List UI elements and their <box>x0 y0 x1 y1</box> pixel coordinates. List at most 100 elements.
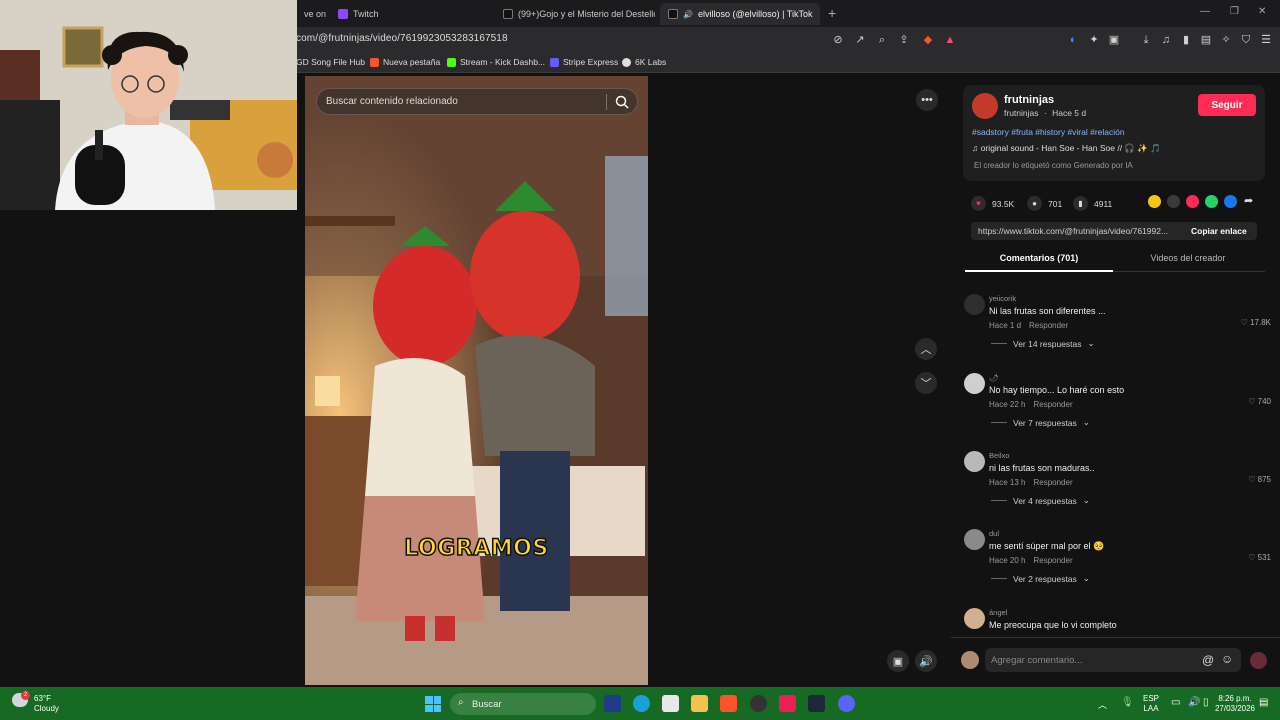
send-comment-button[interactable] <box>1250 652 1267 669</box>
clock[interactable]: 8:26 p.m. 27/03/2026 <box>1212 694 1258 714</box>
emoji-icon[interactable]: ☺ <box>1221 652 1233 666</box>
tab-comments[interactable]: Comentarios (701) <box>965 253 1113 263</box>
previous-video-button[interactable]: ︿ <box>915 338 937 360</box>
embed-icon[interactable] <box>1167 195 1180 208</box>
comment-user[interactable]: dul <box>989 529 999 538</box>
video-player[interactable] <box>305 76 648 685</box>
save-stat[interactable]: ▮ 4911 <box>1073 196 1112 211</box>
app-icon[interactable] <box>604 695 621 712</box>
vpn-icon[interactable]: ⛉ <box>1240 34 1252 46</box>
menu-icon[interactable]: ☰ <box>1260 34 1272 46</box>
zoom-icon[interactable]: ⌕ <box>876 34 888 46</box>
microphone-icon[interactable]: 🎙 <box>1121 697 1134 708</box>
new-tab-button[interactable]: + <box>828 5 836 21</box>
bookmark-nueva-pestana[interactable]: Nueva pestaña <box>370 57 440 67</box>
share-arrow-icon[interactable]: ➦ <box>1244 194 1253 207</box>
discord-icon[interactable] <box>838 695 855 712</box>
comment-like[interactable]: ♡ 875 <box>1248 475 1271 484</box>
sidebar-icon[interactable]: ▮ <box>1180 34 1192 46</box>
sound-link[interactable]: ♫ original sound - Han Soe - Han Soe // … <box>972 143 1161 154</box>
steam-icon[interactable] <box>808 695 825 712</box>
facebook-icon[interactable] <box>1224 195 1237 208</box>
volume-tray-icon[interactable]: 🔊 <box>1188 697 1200 708</box>
downloads-icon[interactable]: ⤓ <box>1140 34 1152 46</box>
view-replies[interactable]: Ver 7 respuestas ⌄ <box>991 417 1090 428</box>
picture-in-picture-icon[interactable]: ▣ <box>887 650 909 672</box>
windows-start-icon[interactable] <box>425 696 441 712</box>
tab-gojo[interactable]: (99+)Gojo y el Misterio del Destello <box>495 3 655 25</box>
minimize-icon[interactable]: — <box>1200 6 1210 17</box>
like-stat[interactable]: ♥ 93.5K <box>971 196 1014 211</box>
volume-icon[interactable]: 🔊 <box>915 650 937 672</box>
obs-icon[interactable] <box>750 695 767 712</box>
tab-twitch[interactable]: Twitch <box>330 3 490 25</box>
tray-overflow-icon[interactable]: ︿ <box>1098 698 1107 711</box>
share-icon[interactable]: ⇪ <box>898 34 910 46</box>
view-replies[interactable]: Ver 14 respuestas ⌄ <box>991 338 1095 349</box>
comment-user[interactable]: yeiicorik <box>989 294 1016 303</box>
reply-button[interactable]: Responder <box>1033 478 1072 487</box>
related-search-input[interactable]: Buscar contenido relacionado <box>316 88 638 115</box>
reply-button[interactable]: Responder <box>1033 556 1072 565</box>
extension-icon[interactable]: ▣ <box>1108 34 1120 46</box>
leo-ai-icon[interactable]: ✧ <box>1220 34 1232 46</box>
view-replies[interactable]: Ver 2 respuestas ⌄ <box>991 573 1090 584</box>
weather-widget[interactable]: 63°F Cloudy <box>34 694 59 714</box>
media-icon[interactable]: ♫ <box>1160 34 1172 46</box>
more-options-icon[interactable]: ••• <box>916 89 938 111</box>
brave-shield-icon[interactable]: ◆ <box>922 34 934 46</box>
language-indicator[interactable]: ESP LAA <box>1143 694 1159 714</box>
next-video-button[interactable]: ﹀ <box>915 372 937 394</box>
reply-button[interactable]: Responder <box>1029 321 1068 330</box>
extensions-icon[interactable]: ✦ <box>1088 34 1100 46</box>
tiktok-live-icon[interactable] <box>779 695 796 712</box>
comment-avatar[interactable] <box>964 608 985 629</box>
tab-partial[interactable]: ve on <box>296 3 326 25</box>
bookmark-6k-labs[interactable]: 6K Labs <box>622 57 666 67</box>
comment-like[interactable]: ♡ 17.8K <box>1241 318 1271 327</box>
comment-user[interactable]: Beilxo <box>989 451 1009 460</box>
comment-like[interactable]: ♡ 740 <box>1248 397 1271 406</box>
coin-icon[interactable] <box>1148 195 1161 208</box>
comment-user[interactable]: ángel <box>989 608 1007 617</box>
bookmark-gd-song[interactable]: GD Song File Hub <box>296 57 365 67</box>
mention-icon[interactable]: @ <box>1202 653 1214 667</box>
creator-name[interactable]: frutninjas <box>1004 94 1054 106</box>
comment-avatar[interactable] <box>964 451 985 472</box>
follow-button[interactable]: Seguir <box>1198 94 1256 116</box>
bookmark-kick[interactable]: Stream - Kick Dashb... <box>447 57 545 67</box>
comment-user[interactable]: 🌶 <box>989 373 999 382</box>
taskbar-search[interactable]: ⌕ Buscar <box>450 693 596 715</box>
search-icon[interactable] <box>615 95 629 109</box>
wallet-icon[interactable]: ▤ <box>1200 34 1212 46</box>
tab-creator-videos[interactable]: Videos del creador <box>1113 253 1263 263</box>
brave-rewards-icon[interactable]: ▲ <box>944 34 956 46</box>
url-field[interactable]: com/@frutninjas/video/761992305328316751… <box>296 33 508 44</box>
hashtags[interactable]: #sadstory #fruta #history #viral #relaci… <box>972 127 1125 137</box>
no-tracking-icon[interactable]: ⊘ <box>832 34 844 46</box>
file-explorer-icon[interactable] <box>691 695 708 712</box>
whatsapp-icon[interactable] <box>1205 195 1218 208</box>
reply-button[interactable]: Responder <box>1033 400 1072 409</box>
battery-icon[interactable]: ▯ <box>1203 697 1209 708</box>
view-replies[interactable]: Ver 4 respuestas ⌄ <box>991 495 1090 506</box>
send-icon[interactable] <box>1186 195 1199 208</box>
maximize-icon[interactable]: ❐ <box>1230 6 1239 17</box>
comment-avatar[interactable] <box>964 529 985 550</box>
creator-avatar[interactable] <box>972 93 998 119</box>
comment-stat[interactable]: ● 701 <box>1027 196 1062 211</box>
notification-icon[interactable]: ▤ <box>1259 697 1268 708</box>
tab-tiktok-active[interactable]: 🔊 elvilloso (@elvilloso) | TikTok ✕ <box>660 3 820 25</box>
comment-avatar[interactable] <box>964 294 985 315</box>
bookmark-stripe[interactable]: Stripe Express <box>550 57 618 67</box>
comment-like[interactable]: ♡ 531 <box>1248 553 1271 562</box>
brave-icon[interactable] <box>720 695 737 712</box>
comment-avatar[interactable] <box>964 373 985 394</box>
network-icon[interactable]: ▭ <box>1171 697 1180 708</box>
store-icon[interactable] <box>662 695 679 712</box>
copy-link-button[interactable]: Copiar enlace <box>1191 226 1247 236</box>
close-window-icon[interactable]: ✕ <box>1258 6 1266 17</box>
open-external-icon[interactable]: ↗ <box>854 34 866 46</box>
edge-icon[interactable] <box>633 695 650 712</box>
extension-audio-icon[interactable]: ◖ <box>1066 34 1078 46</box>
